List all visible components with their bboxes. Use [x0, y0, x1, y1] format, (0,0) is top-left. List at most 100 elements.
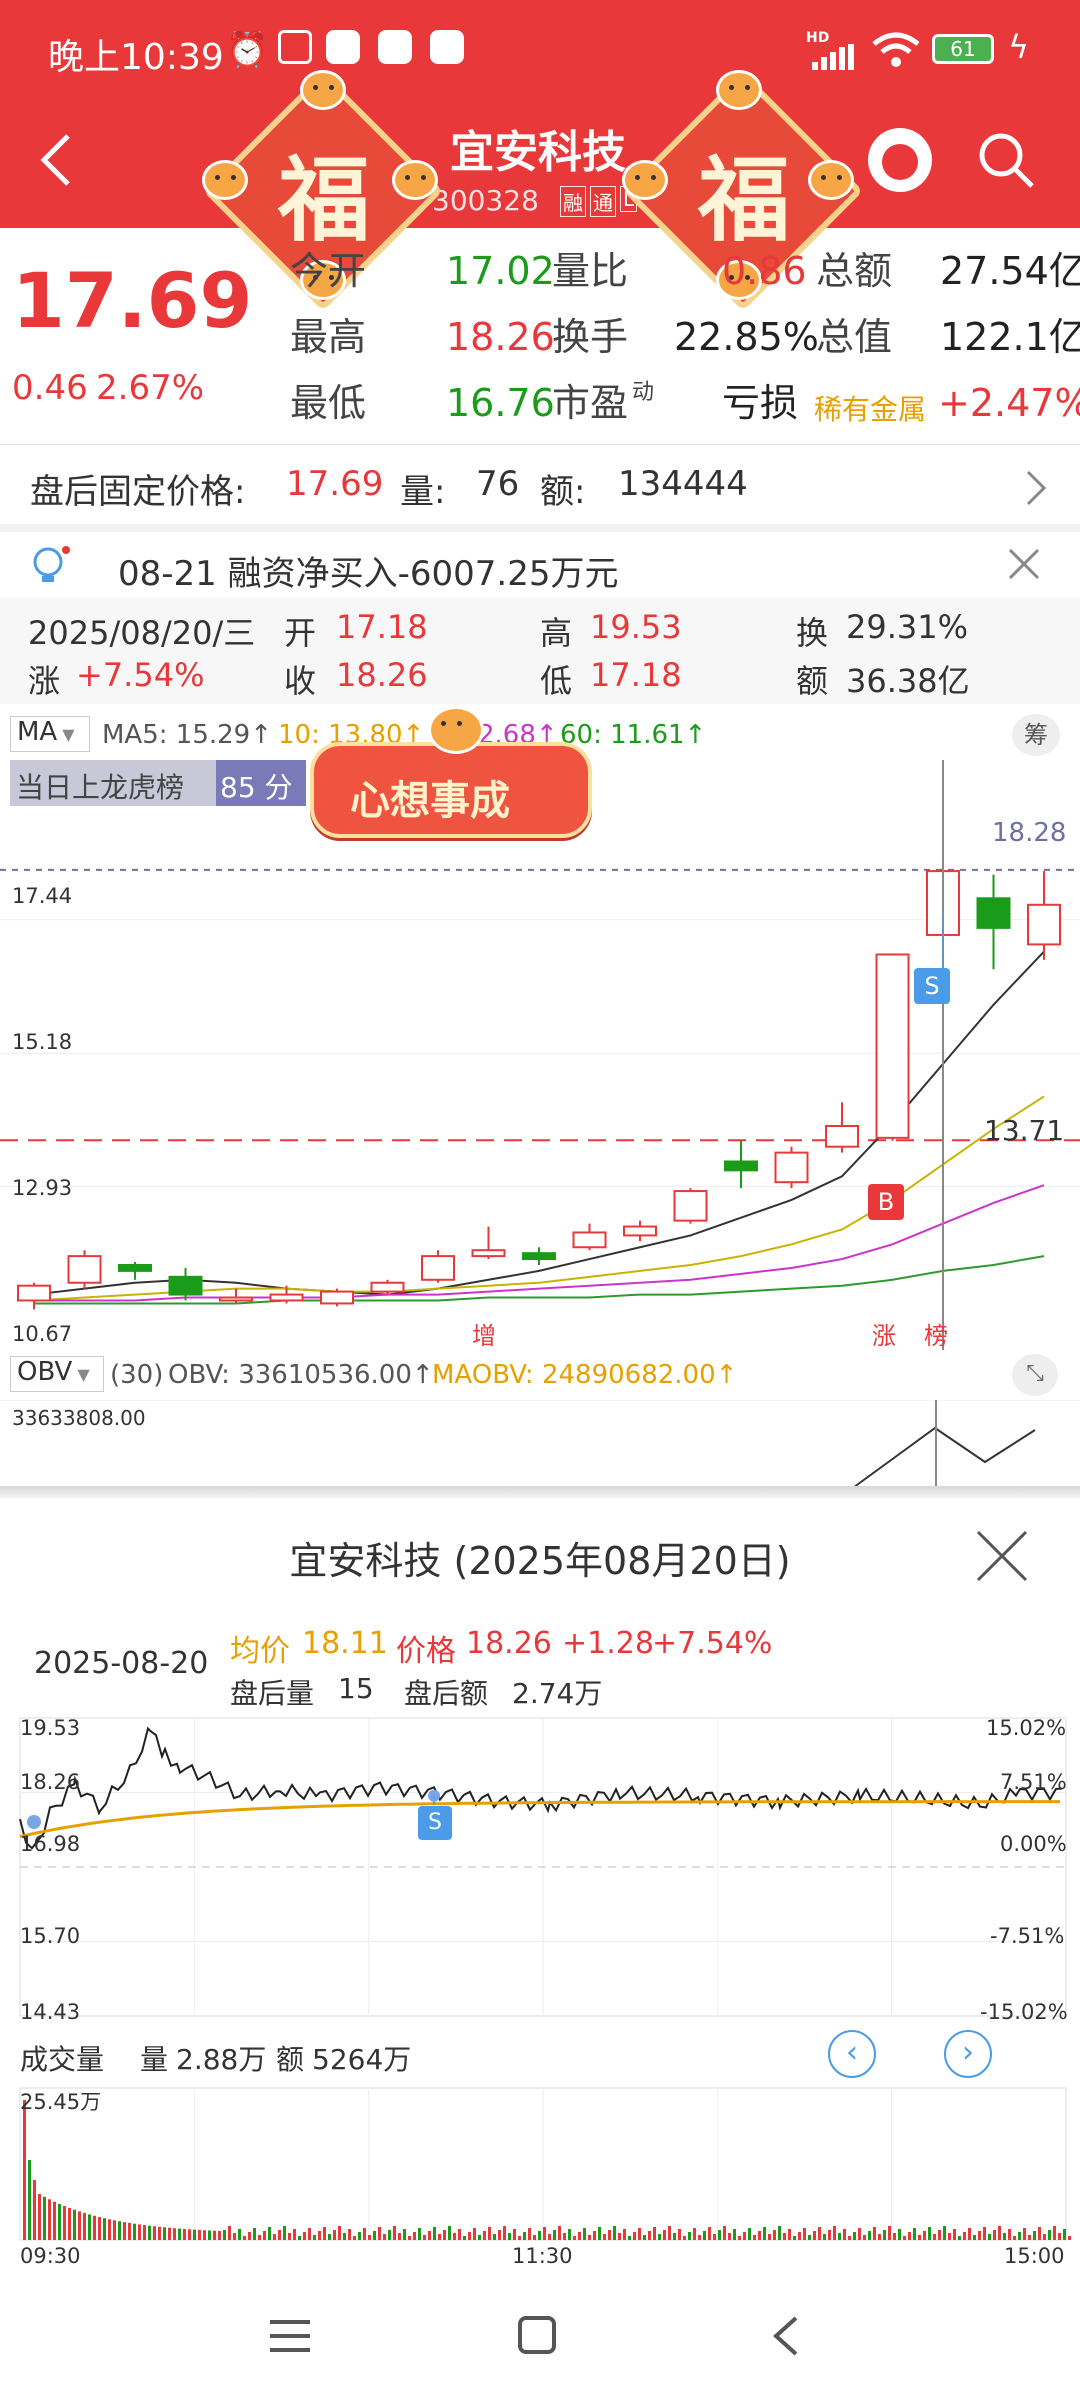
volume-bar: [598, 2227, 601, 2240]
volume-bar: [158, 2226, 161, 2240]
volume-bar: [978, 2231, 981, 2240]
volume-bar: [878, 2234, 881, 2240]
volume-bar: [588, 2235, 591, 2240]
search-icon[interactable]: [976, 130, 1036, 194]
volume-bar: [1008, 2229, 1011, 2240]
volume-bar: [998, 2226, 1001, 2240]
volume-bar: [758, 2231, 761, 2240]
candle: [370, 1281, 405, 1293]
volume-bar: [263, 2231, 266, 2240]
volume-bar: [563, 2233, 566, 2240]
intraday-popup: 宜安科技 (2025年08月20日) 2025-08-20 均价 18.11 价…: [0, 1498, 1080, 2278]
volume-bar: [133, 2223, 136, 2240]
volume-bar: [898, 2229, 901, 2240]
close-icon[interactable]: [1006, 546, 1042, 586]
news-row[interactable]: 08-21 融资净买入-6007.25万元: [0, 532, 1080, 598]
home-icon[interactable]: [518, 2316, 556, 2354]
volume-bar: [208, 2230, 211, 2240]
candle: [67, 1255, 102, 1284]
intra-y-right-0: 15.02%: [986, 1716, 1067, 1740]
volume-bar: [118, 2221, 121, 2240]
next-day-button[interactable]: ›: [944, 2030, 992, 2078]
volume-bar: [508, 2233, 511, 2240]
market-cap-value: 122.1亿: [940, 315, 1080, 359]
volume-bar: [803, 2228, 806, 2240]
chip-button[interactable]: 筹: [1012, 714, 1060, 756]
volume-bar: [618, 2233, 621, 2240]
volume-bar: [753, 2235, 756, 2240]
volume-bar: [933, 2234, 936, 2240]
vol-value: 2.88万: [176, 2043, 267, 2076]
open-value: 17.02: [446, 249, 555, 293]
pe-label: 市盈: [552, 381, 629, 425]
intra-y-right-1: 7.51%: [1000, 1770, 1067, 1794]
longhu-label: 当日上龙虎榜: [16, 771, 185, 804]
ma5-value: MA5: 15.29↑: [102, 720, 273, 750]
volume-bar: [703, 2231, 706, 2240]
volume-bar: [608, 2230, 611, 2240]
sector-change[interactable]: +2.47%: [938, 380, 1080, 426]
avg-label: 均价: [230, 1634, 290, 1669]
tag-increase[interactable]: 增: [472, 1316, 496, 1351]
volume-bar: [143, 2225, 146, 2240]
sticker-tiger-icon: [428, 706, 484, 754]
tag-limit-up[interactable]: 涨: [872, 1316, 896, 1351]
volume-bar: [163, 2227, 166, 2240]
obv-panel[interactable]: OBV ▼ (30) OBV: 33610536.00↑ MAOBV: 2489…: [0, 1350, 1080, 1500]
after-hours-row[interactable]: 盘后固定价格: 17.69 量: 76 额: 134444: [0, 446, 1080, 524]
volume-bar: [913, 2228, 916, 2240]
expand-icon[interactable]: ⤡: [1012, 1354, 1058, 1396]
popup-close-icon[interactable]: [974, 1528, 1030, 1588]
robot-icon[interactable]: [868, 128, 932, 192]
volume-bar: [218, 2230, 221, 2240]
obv-selector[interactable]: OBV ▼: [10, 1356, 104, 1392]
volume-bar: [828, 2230, 831, 2240]
intra-y-right-2: 0.00%: [1000, 1832, 1067, 1856]
volume-bar: [123, 2222, 126, 2240]
x-label-mid: 11:30: [512, 2244, 573, 2268]
sticker-text: 心想事成: [350, 778, 510, 824]
volume-bar: [398, 2233, 401, 2240]
volume-bar: [288, 2233, 291, 2240]
longhu-badge[interactable]: 当日上龙虎榜 85 分2笔: [10, 760, 306, 844]
after-hours-vol-label: 量:: [400, 472, 446, 512]
popup-date: 2025-08-20: [34, 1646, 209, 1681]
volume-bar: [378, 2227, 381, 2240]
volume-bar: [593, 2231, 596, 2240]
amt-value: 5264万: [312, 2043, 412, 2076]
volume-bar: [1033, 2231, 1036, 2240]
volume-bar: [173, 2228, 176, 2240]
y-label-1: 17.44: [12, 884, 73, 908]
volume-chart[interactable]: 25.45万: [0, 2084, 1080, 2244]
lightbulb-icon: [28, 544, 72, 592]
candle: [724, 1160, 758, 1172]
volume-bar: [638, 2228, 641, 2240]
system-nav-bar: [0, 2278, 1080, 2400]
day-amt: 36.38亿: [846, 662, 970, 700]
volume-bar: [423, 2235, 426, 2240]
volume-bar: [178, 2228, 181, 2240]
nav-back-icon[interactable]: [770, 2314, 800, 2362]
intra-sell-marker[interactable]: S: [418, 1806, 452, 1840]
day-info-panel: 2025/08/20/三 开 17.18 高 19.53 换 29.31% 涨 …: [0, 598, 1080, 704]
sell-marker[interactable]: S: [914, 968, 950, 1004]
menu-icon[interactable]: [270, 2318, 310, 2358]
tag-longhu[interactable]: 榜: [924, 1316, 948, 1351]
volume-bar: [38, 2194, 41, 2240]
candle: [976, 897, 1011, 929]
prev-day-button[interactable]: ‹: [828, 2030, 876, 2078]
price-line: [19, 1726, 1063, 1850]
back-button[interactable]: [36, 130, 76, 194]
buy-marker[interactable]: B: [868, 1184, 904, 1220]
intraday-chart[interactable]: 19.53 18.26 16.98 15.70 14.43 15.02% 7.5…: [0, 1714, 1080, 2024]
ma-selector[interactable]: MA ▼: [10, 716, 90, 752]
sector-label[interactable]: 稀有金属: [814, 388, 926, 428]
alarm-icon: ⏰: [226, 30, 269, 70]
kline-chart[interactable]: 当日上龙虎榜 85 分2笔 18.28 17.44 15.18 13.71 12…: [0, 760, 1080, 1350]
volume-bar: [188, 2229, 191, 2240]
volume-bar: [708, 2227, 711, 2240]
candle: [421, 1255, 455, 1281]
day-turn: 29.31%: [846, 608, 969, 646]
vol-ratio-label: 量比: [552, 249, 629, 293]
y-label-ref: 13.71: [984, 1114, 1065, 1147]
